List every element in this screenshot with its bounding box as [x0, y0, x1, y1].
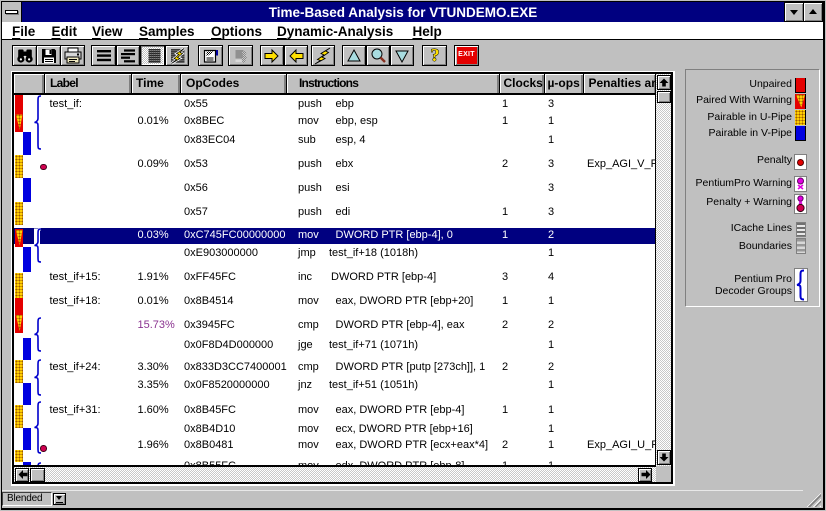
svg-text:?: ?: [430, 47, 439, 65]
